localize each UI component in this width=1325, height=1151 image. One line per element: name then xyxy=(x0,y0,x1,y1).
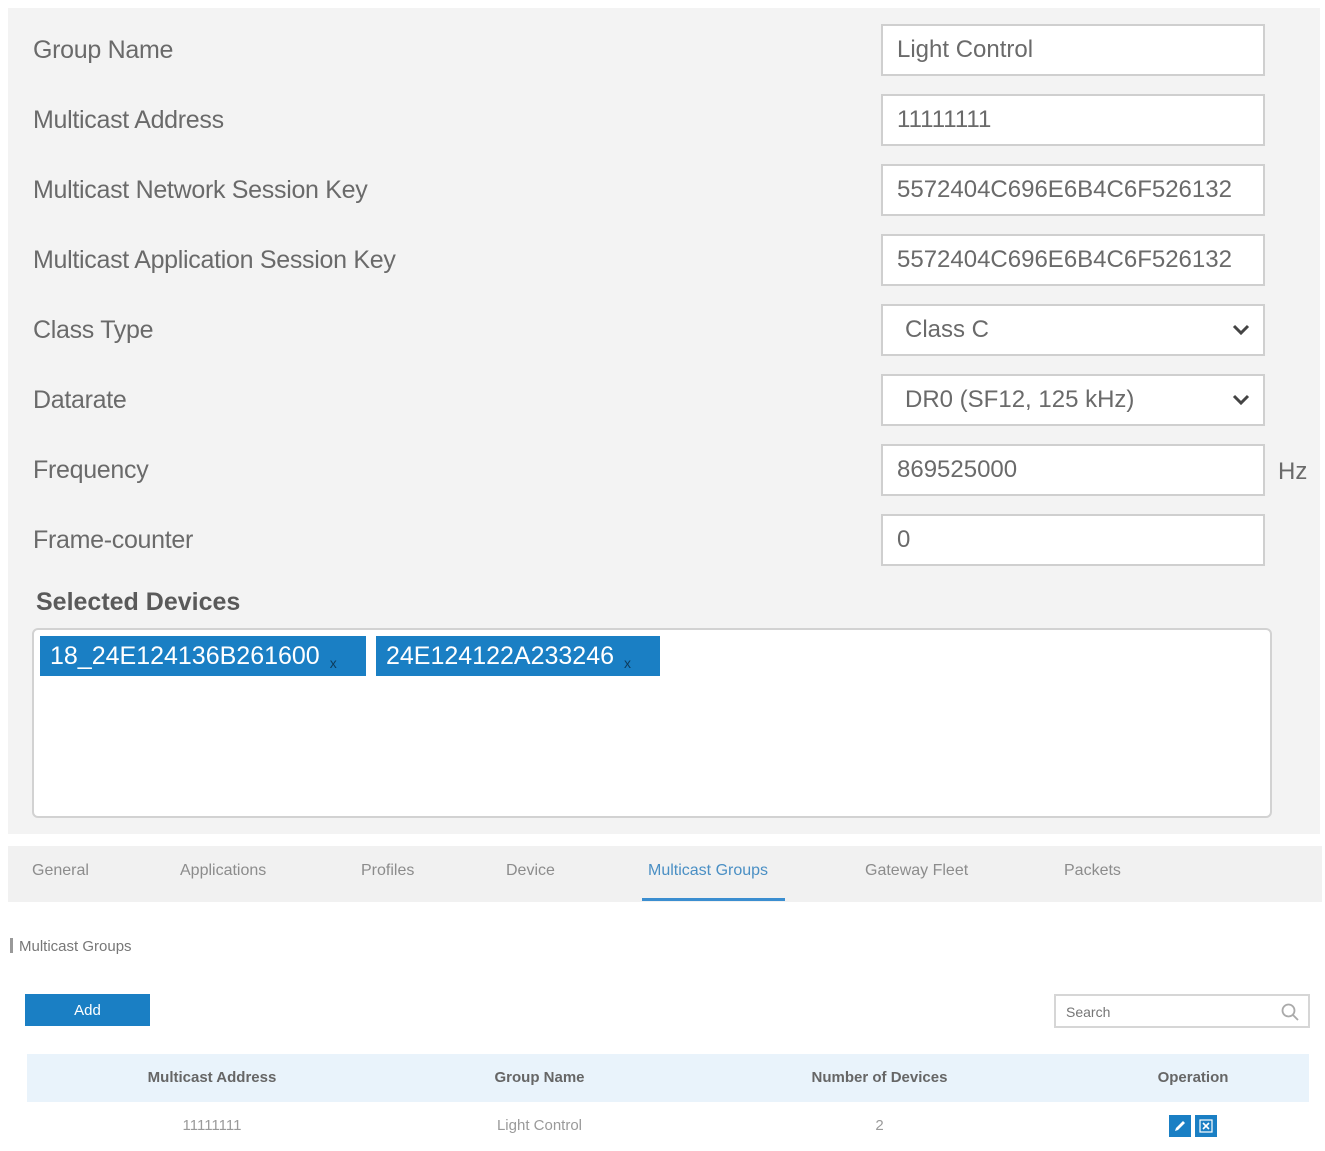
class-type-value: Class C xyxy=(881,304,1265,356)
device-chip-label: 24E124122A233246 xyxy=(386,642,615,670)
datarate-row: Datarate DR0 (SF12, 125 kHz) xyxy=(8,374,1320,430)
delete-icon xyxy=(1199,1119,1213,1133)
application-session-key-input[interactable] xyxy=(881,234,1265,286)
datarate-label: Datarate xyxy=(33,386,127,414)
search-icon[interactable] xyxy=(1280,1002,1300,1022)
frequency-label: Frequency xyxy=(33,456,149,484)
group-name-input[interactable] xyxy=(881,24,1265,76)
group-name-label: Group Name xyxy=(33,36,174,64)
frequency-input[interactable] xyxy=(881,444,1265,496)
application-session-key-row: Multicast Application Session Key xyxy=(8,234,1320,290)
section-title: Multicast Groups xyxy=(10,938,132,955)
number-of-devices-cell: 2 xyxy=(875,1117,884,1134)
multicast-address-input[interactable] xyxy=(881,94,1265,146)
column-header-multicast-address[interactable]: Multicast Address xyxy=(27,1054,397,1102)
table-row[interactable]: 11111111 Light Control 2 xyxy=(27,1102,1309,1151)
search-input[interactable] xyxy=(1064,1000,1268,1024)
frame-counter-row: Frame-counter xyxy=(8,514,1320,570)
datarate-value: DR0 (SF12, 125 kHz) xyxy=(881,374,1265,426)
network-session-key-row: Multicast Network Session Key xyxy=(8,164,1320,220)
edit-icon xyxy=(1175,1121,1185,1132)
frame-counter-label: Frame-counter xyxy=(33,526,194,554)
tab-gateway-fleet[interactable]: Gateway Fleet xyxy=(865,862,968,880)
column-header-number-of-devices[interactable]: Number of Devices xyxy=(682,1054,1077,1102)
remove-device-icon[interactable]: x xyxy=(330,655,337,671)
network-session-key-input[interactable] xyxy=(881,164,1265,216)
group-name-row: Group Name xyxy=(8,24,1320,80)
edit-button[interactable] xyxy=(1169,1115,1191,1138)
multicast-address-cell: 11111111 xyxy=(182,1117,242,1134)
datarate-select[interactable]: DR0 (SF12, 125 kHz) xyxy=(881,374,1265,426)
class-type-select[interactable]: Class C xyxy=(881,304,1265,356)
search-box[interactable] xyxy=(1054,994,1310,1028)
frame-counter-input[interactable] xyxy=(881,514,1265,566)
class-type-label: Class Type xyxy=(33,316,154,344)
device-chip-label: 18_24E124136B261600 xyxy=(50,642,320,670)
add-button[interactable]: Add xyxy=(25,994,150,1026)
column-header-operation: Operation xyxy=(1157,1069,1229,1086)
selected-devices-box[interactable]: 18_24E124136B261600 x 24E124122A233246 x xyxy=(32,628,1272,818)
network-session-key-label: Multicast Network Session Key xyxy=(33,176,368,204)
tab-applications[interactable]: Applications xyxy=(180,862,266,880)
table-header: Multicast Address Group Name Number of D… xyxy=(27,1054,1309,1102)
multicast-address-row: Multicast Address xyxy=(8,94,1320,150)
tabs-bar: General Applications Profiles Device Mul… xyxy=(8,846,1322,902)
tab-general[interactable]: General xyxy=(32,862,89,880)
tab-multicast-groups[interactable]: Multicast Groups xyxy=(648,862,768,880)
chevron-down-icon xyxy=(1232,394,1250,406)
delete-button[interactable] xyxy=(1195,1115,1217,1138)
frequency-row: Frequency Hz xyxy=(8,444,1320,500)
application-session-key-label: Multicast Application Session Key xyxy=(33,246,396,274)
device-chip: 24E124122A233246 x xyxy=(376,636,660,676)
tab-profiles[interactable]: Profiles xyxy=(361,862,414,880)
chevron-down-icon xyxy=(1232,324,1250,336)
section-title-text: Multicast Groups xyxy=(19,938,132,955)
section-title-bar xyxy=(10,938,13,953)
active-tab-indicator xyxy=(642,898,785,901)
frequency-unit: Hz xyxy=(1278,458,1308,485)
column-header-group-name[interactable]: Group Name xyxy=(397,1054,682,1102)
tab-device[interactable]: Device xyxy=(506,862,555,880)
device-chip: 18_24E124136B261600 x xyxy=(40,636,366,676)
tab-packets[interactable]: Packets xyxy=(1064,862,1121,880)
remove-device-icon[interactable]: x xyxy=(624,655,631,671)
multicast-address-label: Multicast Address xyxy=(33,106,224,134)
group-name-cell: Light Control xyxy=(496,1117,583,1134)
operation-cell xyxy=(1077,1102,1309,1150)
class-type-row: Class Type Class C xyxy=(8,304,1320,360)
multicast-group-form: Group Name Multicast Address Multicast N… xyxy=(8,8,1320,834)
selected-devices-title: Selected Devices xyxy=(36,588,241,616)
